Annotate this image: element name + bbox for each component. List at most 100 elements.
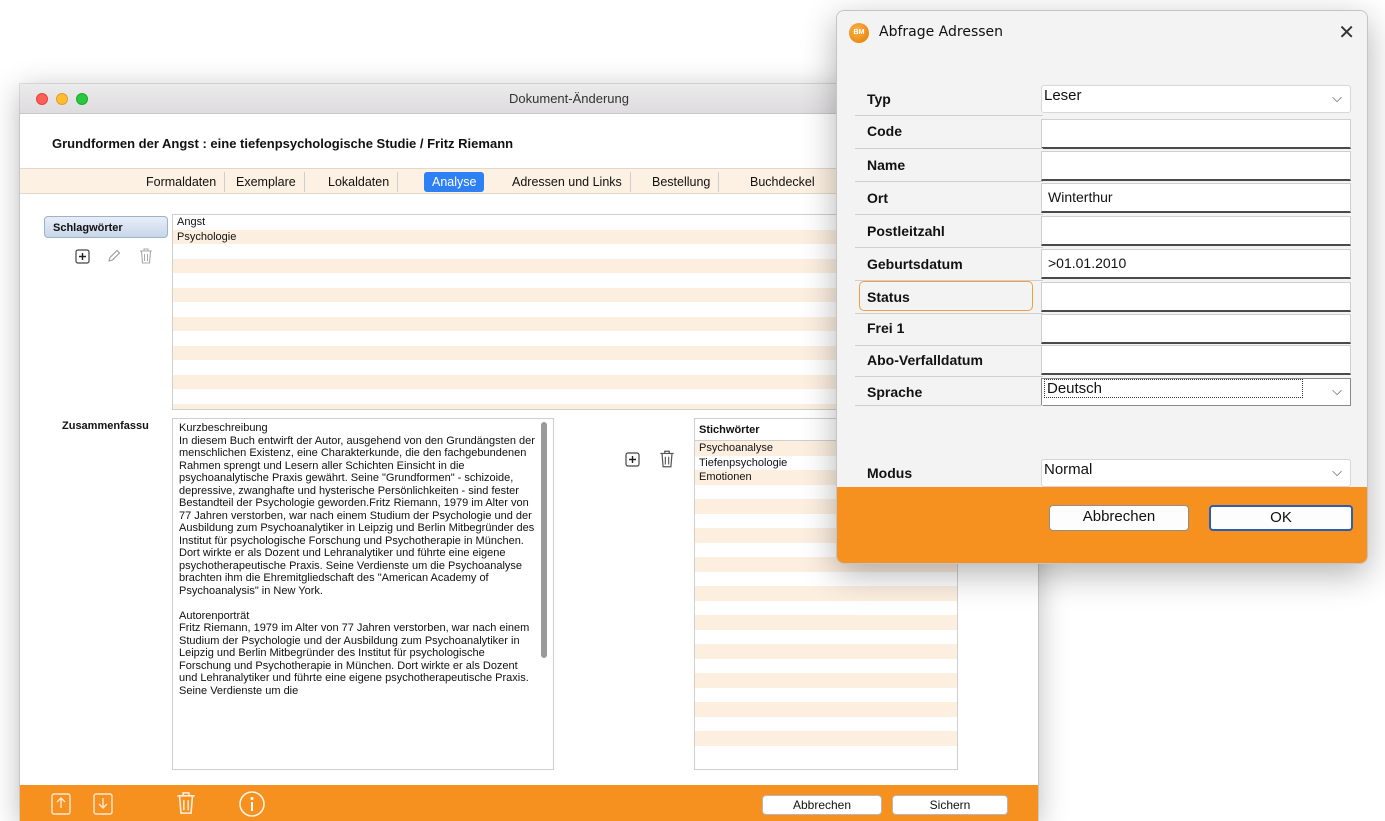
upload-button[interactable]	[50, 790, 72, 819]
row-divider	[855, 313, 1043, 314]
modus-value: Normal	[1044, 461, 1093, 478]
delete-document-button[interactable]	[174, 790, 198, 819]
empty-row	[695, 702, 957, 717]
empty-row	[695, 688, 957, 703]
main-footer: Abbrechen Sichern	[20, 785, 1038, 821]
add-schlagwort-button[interactable]	[74, 248, 90, 264]
zusammenfassung-label: Zusammenfassu	[62, 420, 149, 432]
geburtsdatum-field[interactable]: >01.01.2010	[1041, 249, 1351, 279]
empty-row	[173, 316, 889, 331]
add-icon	[624, 451, 640, 467]
modus-label: Modus	[867, 465, 913, 481]
edit-icon	[108, 249, 121, 262]
empty-row	[173, 403, 889, 409]
trash-icon	[660, 450, 674, 468]
empty-row	[695, 673, 957, 688]
empty-row	[173, 345, 889, 360]
typ-select[interactable]: Leser ⌵	[1041, 85, 1351, 113]
modus-select[interactable]: Normal ⌵	[1041, 459, 1351, 487]
sprache-label: Sprache	[867, 384, 923, 400]
schlagwort-row[interactable]: Psychologie	[173, 229, 889, 244]
postleitzahl-field[interactable]	[1041, 216, 1351, 246]
empty-row	[173, 331, 889, 346]
typ-value: Leser	[1044, 87, 1082, 104]
dialog-title: Abfrage Adressen	[879, 24, 1004, 40]
status-label: Status	[867, 289, 910, 305]
sprache-value: Deutsch	[1044, 379, 1304, 398]
trash-icon	[177, 792, 195, 814]
close-icon[interactable]: ✕	[1338, 20, 1355, 45]
empty-row	[695, 746, 957, 761]
empty-row	[173, 389, 889, 404]
schlagwort-row[interactable]: Angst	[173, 215, 889, 230]
add-icon	[74, 248, 90, 264]
cancel-button[interactable]: Abbrechen	[762, 795, 882, 815]
dialog-cancel-button[interactable]: Abbrechen	[1049, 505, 1189, 531]
status-field[interactable]	[1041, 282, 1351, 312]
row-divider	[855, 345, 1043, 346]
dialog-ok-button[interactable]: OK	[1209, 505, 1353, 531]
schlagwoerter-list: Angst Psychologie	[172, 214, 890, 410]
download-button[interactable]	[92, 790, 114, 819]
empty-row	[173, 287, 889, 302]
add-stichwort-button[interactable]	[624, 451, 640, 467]
code-field[interactable]	[1041, 119, 1351, 149]
document-title: Grundformen der Angst : eine tiefenpsych…	[52, 136, 514, 151]
row-divider	[855, 148, 1043, 149]
empty-row	[173, 258, 889, 273]
abo-verfalldatum-field[interactable]	[1041, 345, 1351, 375]
empty-row	[695, 586, 957, 601]
empty-row	[173, 360, 889, 375]
postleitzahl-label: Postleitzahl	[867, 223, 945, 239]
empty-row	[695, 644, 957, 659]
zusammenfassung-textarea[interactable]: Kurzbeschreibung In diesem Buch entwirft…	[172, 418, 554, 770]
frei1-label: Frei 1	[867, 320, 905, 336]
tab-exemplare[interactable]: Exemplare	[228, 172, 305, 192]
edit-schlagwort-button[interactable]	[106, 248, 122, 264]
empty-row	[695, 717, 957, 732]
ort-field[interactable]: Winterthur	[1041, 183, 1351, 213]
chevron-down-icon: ⌵	[1332, 464, 1342, 479]
query-addresses-dialog: BM Abfrage Adressen ✕ Typ Leser ⌵ Code N…	[836, 10, 1368, 564]
row-divider	[855, 115, 1043, 116]
row-divider	[855, 214, 1043, 215]
empty-row	[695, 659, 957, 674]
upload-icon	[51, 793, 71, 815]
tab-adressen-und-links[interactable]: Adressen und Links	[504, 172, 631, 192]
name-label: Name	[867, 157, 906, 173]
sprache-select[interactable]: Deutsch ⌵	[1041, 378, 1351, 406]
delete-schlagwort-button[interactable]	[138, 247, 154, 265]
name-field[interactable]	[1041, 151, 1351, 181]
row-divider	[855, 181, 1043, 182]
ort-label: Ort	[867, 190, 888, 206]
info-icon	[239, 791, 265, 817]
info-button[interactable]	[238, 790, 266, 821]
save-button[interactable]: Sichern	[892, 795, 1008, 815]
textarea-scrollbar[interactable]	[541, 422, 547, 658]
frei1-field[interactable]	[1041, 314, 1351, 344]
dialog-footer: Abbrechen OK	[837, 487, 1367, 563]
trash-icon	[140, 248, 152, 264]
row-divider	[855, 247, 1043, 248]
tab-buchdeckel[interactable]: Buchdeckel	[742, 172, 823, 192]
code-label: Code	[867, 123, 902, 139]
empty-row	[695, 615, 957, 630]
empty-row	[695, 601, 957, 616]
empty-row	[695, 572, 957, 587]
row-divider	[855, 376, 1043, 377]
empty-row	[695, 731, 957, 746]
schlagwoerter-label: Schlagwörter	[44, 216, 168, 238]
download-icon	[93, 793, 113, 815]
tab-bestellung[interactable]: Bestellung	[644, 172, 720, 192]
empty-row	[173, 273, 889, 288]
tab-analyse[interactable]: Analyse	[424, 172, 485, 192]
app-logo-icon: BM	[849, 23, 869, 43]
typ-label: Typ	[867, 91, 891, 107]
tab-formaldaten[interactable]: Formaldaten	[138, 172, 226, 192]
empty-row	[695, 630, 957, 645]
chevron-down-icon: ⌵	[1332, 383, 1342, 398]
empty-row	[173, 302, 889, 317]
geburtsdatum-label: Geburtsdatum	[867, 256, 963, 272]
delete-stichwort-button[interactable]	[658, 449, 676, 469]
tab-lokaldaten[interactable]: Lokaldaten	[320, 172, 399, 192]
